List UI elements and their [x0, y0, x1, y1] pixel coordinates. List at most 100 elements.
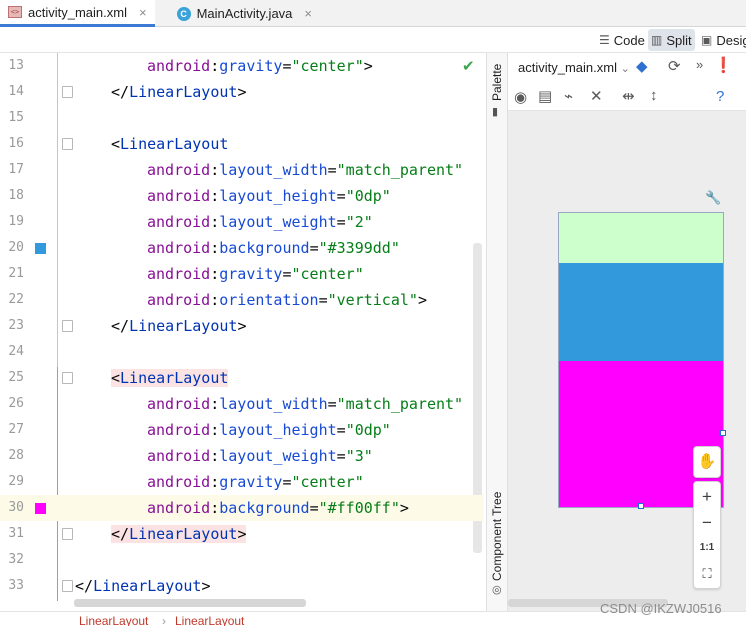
- code-line[interactable]: 15: [0, 105, 484, 131]
- code-mode-button[interactable]: ☰ Code: [596, 29, 648, 51]
- line-number: 32: [8, 552, 24, 567]
- lines-icon: ☰: [599, 33, 610, 47]
- code-line[interactable]: 23 </LinearLayout>: [0, 313, 484, 339]
- image-icon: ▣: [701, 33, 713, 47]
- code-line[interactable]: 33 </LinearLayout>: [0, 573, 484, 599]
- zoom-to-fit-icon[interactable]: ⛶: [694, 566, 720, 582]
- preview-top-layout[interactable]: [559, 213, 723, 263]
- xml-code-editor[interactable]: ✔ 13 android:gravity="center"> 14 </LinearL…: [0, 53, 484, 611]
- palette-panel-toggle[interactable]: Palette: [490, 64, 504, 101]
- help-icon[interactable]: ?: [716, 88, 724, 105]
- eye-icon[interactable]: ◉: [514, 88, 527, 106]
- palette-icon: ▮: [492, 106, 499, 118]
- tab-main-activity-java[interactable]: C MainActivity.java ×: [169, 0, 320, 27]
- code-line[interactable]: 31 </LinearLayout>: [0, 521, 484, 547]
- tab-activity-main-xml[interactable]: <> activity_main.xml ×: [0, 0, 155, 27]
- horizontal-scrollbar[interactable]: [74, 599, 306, 607]
- code-line[interactable]: 25 <LinearLayout: [0, 365, 484, 391]
- split-mode-label: Split: [666, 32, 692, 48]
- code-line[interactable]: 14 </LinearLayout>: [0, 79, 484, 105]
- side-tool-strip: ▮ Palette Component Tree ◎: [486, 53, 508, 611]
- component-tree-panel-toggle[interactable]: Component Tree: [490, 492, 504, 581]
- code-line[interactable]: 16 <LinearLayout: [0, 131, 484, 157]
- fold-marker-icon[interactable]: [62, 320, 73, 332]
- tab-label: activity_main.xml: [28, 4, 127, 20]
- line-number: 30: [8, 500, 24, 515]
- code-text: </LinearLayout>: [75, 577, 211, 595]
- fold-marker-icon[interactable]: [62, 86, 73, 98]
- zoom-controls: + − 1:1 ⛶: [693, 481, 721, 589]
- line-number: 20: [8, 240, 24, 255]
- layout-file-dropdown[interactable]: activity_main.xml ⌄: [518, 60, 630, 75]
- clear-constraints-icon[interactable]: ✕: [590, 87, 603, 105]
- line-number: 18: [8, 188, 24, 203]
- color-swatch-icon[interactable]: [35, 503, 46, 514]
- fold-marker-icon[interactable]: [62, 372, 73, 384]
- preview-middle-layout[interactable]: [559, 263, 723, 361]
- line-number: 26: [8, 396, 24, 411]
- align-horizontal-icon[interactable]: ⇹: [622, 87, 635, 105]
- close-icon[interactable]: ×: [139, 5, 147, 20]
- line-number: 25: [8, 370, 24, 385]
- view-mode-bar: ☰ Code ▥ Split ▣ Desig: [0, 27, 746, 53]
- fold-marker-icon[interactable]: [62, 138, 73, 150]
- warning-icon[interactable]: ❗: [714, 56, 733, 74]
- resize-handle[interactable]: [638, 503, 644, 509]
- breadcrumb-item[interactable]: LinearLayout: [175, 614, 244, 626]
- watermark-text: CSDN @IKZWJ0516: [600, 601, 722, 616]
- magnet-icon[interactable]: ⌁: [564, 87, 573, 105]
- code-line[interactable]: 29 android:gravity="center": [0, 469, 484, 495]
- design-mode-button[interactable]: ▣ Desig: [698, 29, 746, 51]
- code-line[interactable]: 27 android:layout_height="0dp": [0, 417, 484, 443]
- zoom-actual-size-button[interactable]: 1:1: [694, 542, 720, 553]
- resize-handle[interactable]: [720, 430, 726, 436]
- code-line[interactable]: 21 android:gravity="center": [0, 261, 484, 287]
- code-line[interactable]: 19 android:layout_weight="2": [0, 209, 484, 235]
- fold-marker-icon[interactable]: [62, 580, 73, 592]
- code-line[interactable]: 28 android:layout_weight="3": [0, 443, 484, 469]
- code-text: android:gravity="center">: [147, 57, 373, 75]
- zoom-in-button[interactable]: +: [694, 487, 720, 507]
- code-line[interactable]: 22 android:orientation="vertical">: [0, 287, 484, 313]
- line-number: 16: [8, 136, 24, 151]
- color-swatch-icon[interactable]: [35, 243, 46, 254]
- code-line[interactable]: 30 android:background="#ff00ff">: [0, 495, 484, 521]
- code-text: </LinearLayout>: [111, 83, 247, 101]
- overflow-icon[interactable]: »: [696, 57, 703, 72]
- orientation-icon[interactable]: ⟳: [668, 57, 681, 75]
- tab-label: MainActivity.java: [196, 6, 293, 21]
- fold-marker-icon[interactable]: [62, 528, 73, 540]
- breadcrumb-item[interactable]: LinearLayout: [79, 614, 148, 626]
- wrench-icon[interactable]: 🔧: [705, 190, 721, 206]
- close-icon[interactable]: ×: [304, 6, 312, 21]
- code-line[interactable]: 26 android:layout_width="match_parent": [0, 391, 484, 417]
- line-number: 19: [8, 214, 24, 229]
- layout-file-label: activity_main.xml: [518, 60, 617, 75]
- code-line[interactable]: 13 android:gravity="center">: [0, 53, 484, 79]
- hand-pan-icon[interactable]: ✋: [694, 452, 720, 470]
- line-number: 23: [8, 318, 24, 333]
- code-line[interactable]: 32: [0, 547, 484, 573]
- layers-icon[interactable]: ◆: [636, 57, 648, 75]
- code-text: android:layout_weight="2": [147, 213, 373, 231]
- code-line[interactable]: 18 android:layout_height="0dp": [0, 183, 484, 209]
- split-mode-button[interactable]: ▥ Split: [648, 29, 695, 51]
- chevron-down-icon: ⌄: [620, 63, 630, 75]
- component-tree-icon: ◎: [492, 584, 502, 596]
- zoom-out-button[interactable]: −: [694, 513, 720, 533]
- code-line[interactable]: 24: [0, 339, 484, 365]
- code-text: android:layout_width="match_parent": [147, 161, 464, 179]
- code-text: <LinearLayout: [111, 135, 229, 153]
- line-number: 13: [8, 58, 24, 73]
- blueprint-icon[interactable]: ▤: [538, 87, 552, 105]
- code-line[interactable]: 20 android:background="#3399dd": [0, 235, 484, 261]
- line-number: 28: [8, 448, 24, 463]
- code-line[interactable]: 17 android:layout_width="match_parent": [0, 157, 484, 183]
- java-class-icon: C: [176, 6, 191, 21]
- line-number: 14: [8, 84, 24, 99]
- align-vertical-icon[interactable]: ↕: [650, 87, 658, 104]
- line-number: 15: [8, 110, 24, 125]
- line-number: 27: [8, 422, 24, 437]
- code-text: </LinearLayout>: [111, 525, 247, 543]
- split-icon: ▥: [651, 33, 663, 47]
